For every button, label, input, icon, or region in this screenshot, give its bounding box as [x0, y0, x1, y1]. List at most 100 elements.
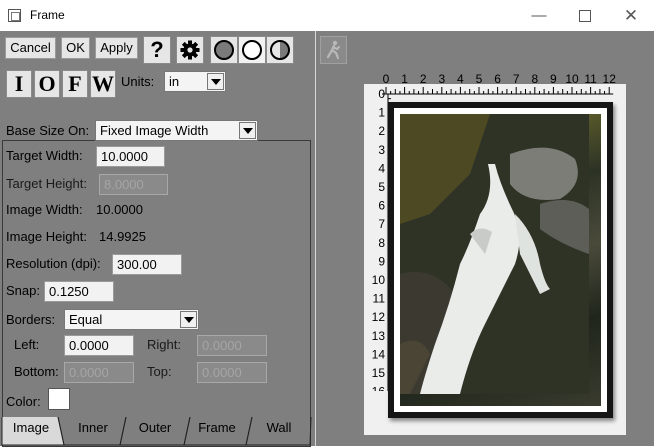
top-label: Top:: [147, 364, 172, 379]
v-ruler-label: 0: [378, 87, 385, 101]
circle-half-icon: [270, 40, 290, 60]
close-button[interactable]: ✕: [608, 0, 654, 31]
tab-inner[interactable]: Inner: [64, 418, 122, 440]
bottom-label: Bottom:: [14, 364, 59, 379]
units-value: in: [169, 74, 180, 89]
title-bar: Frame — ✕: [0, 0, 654, 31]
right-input: 0.0000: [197, 335, 267, 356]
base-size-select[interactable]: Fixed Image Width: [95, 120, 258, 141]
chevron-down-icon: [180, 311, 197, 328]
maximize-icon: [579, 10, 591, 23]
ok-button[interactable]: OK: [61, 37, 90, 59]
chevron-down-icon: [239, 122, 256, 139]
preview-panel: 0123456789101112 01234567891011121314151…: [316, 31, 654, 446]
units-label: Units:: [121, 74, 155, 89]
v-ruler-label: 15: [372, 366, 386, 380]
v-ruler-label: 2: [378, 124, 385, 138]
help-button[interactable]: ?: [143, 36, 171, 64]
left-input[interactable]: 0.0000: [64, 335, 134, 356]
h-ruler-label: 6: [494, 72, 501, 86]
view-half-button[interactable]: [266, 36, 294, 64]
v-ruler-label: 6: [378, 199, 385, 213]
v-ruler-label: 5: [378, 180, 385, 194]
image-height-value: 14.9925: [99, 229, 146, 244]
v-ruler-label: 7: [378, 217, 385, 231]
tab-outer[interactable]: Outer: [125, 418, 185, 440]
cancel-button[interactable]: Cancel: [5, 37, 56, 59]
v-ruler-label: 16: [372, 385, 386, 391]
walk-button[interactable]: [320, 36, 347, 64]
v-ruler-label: 13: [372, 329, 386, 343]
target-height-input: 8.0000: [99, 174, 168, 195]
target-width-label: Target Width:: [6, 148, 83, 163]
help-icon: ?: [150, 37, 164, 62]
window-title: Frame: [30, 8, 65, 22]
waterfall-photo: [400, 114, 601, 406]
image-width-value: 10.0000: [96, 202, 143, 217]
tab-image[interactable]: Image: [2, 418, 60, 440]
v-ruler-label: 9: [378, 254, 385, 268]
circle-light-icon: [242, 40, 262, 60]
h-ruler-label: 5: [476, 72, 483, 86]
resolution-input[interactable]: 300.00: [112, 254, 182, 275]
h-ruler-label: 2: [420, 72, 427, 86]
color-swatch[interactable]: [48, 388, 70, 410]
base-size-label: Base Size On:: [6, 123, 90, 138]
mode-image-button[interactable]: I: [6, 70, 32, 98]
tab-wall[interactable]: Wall: [250, 418, 308, 440]
units-select[interactable]: in: [164, 71, 226, 92]
view-light-button[interactable]: [238, 36, 266, 64]
h-ruler-label: 11: [584, 72, 597, 86]
v-ruler-label: 12: [372, 310, 386, 324]
gear-icon: [180, 40, 200, 60]
mode-frame-button[interactable]: F: [62, 70, 88, 98]
v-ruler-label: 4: [378, 161, 385, 175]
snap-input[interactable]: 0.1250: [44, 281, 114, 302]
app-icon: [8, 9, 21, 22]
v-ruler-label: 14: [372, 347, 386, 361]
borders-value: Equal: [69, 312, 103, 327]
settings-button[interactable]: [176, 36, 204, 64]
right-label: Right:: [147, 337, 181, 352]
v-ruler-label: 10: [372, 273, 386, 287]
h-ruler-label: 3: [438, 72, 445, 86]
top-input: 0.0000: [197, 362, 267, 383]
maximize-button[interactable]: [562, 0, 608, 31]
circle-dark-icon: [214, 40, 234, 60]
minimize-icon: —: [531, 7, 547, 24]
v-ruler-label: 8: [378, 236, 385, 250]
frame-mat: [394, 108, 607, 412]
bottom-input: 0.0000: [64, 362, 134, 383]
apply-button[interactable]: Apply: [95, 37, 138, 59]
h-ruler-label: 12: [603, 72, 617, 86]
h-ruler-label: 10: [565, 72, 579, 86]
h-ruler-label: 7: [513, 72, 520, 86]
minimize-button[interactable]: —: [516, 0, 562, 31]
target-width-input[interactable]: 10.0000: [96, 146, 165, 167]
waterfall-image: [400, 114, 589, 394]
h-ruler-label: 4: [457, 72, 464, 86]
left-label: Left:: [14, 337, 40, 352]
borders-select[interactable]: Equal: [64, 309, 199, 330]
chevron-down-icon: [207, 73, 224, 90]
h-ruler-label: 1: [401, 72, 408, 86]
tab-frame[interactable]: Frame: [187, 418, 247, 440]
v-ruler-label: 1: [378, 106, 385, 120]
v-ruler-label: 3: [378, 143, 385, 157]
v-ruler-label: 11: [373, 292, 386, 306]
h-ruler-label: 8: [531, 72, 538, 86]
snap-label: Snap:: [6, 283, 40, 298]
color-label: Color:: [6, 394, 41, 409]
h-ruler-label: 9: [550, 72, 557, 86]
mode-wall-button[interactable]: W: [90, 70, 116, 98]
resolution-label: Resolution (dpi):: [6, 256, 101, 271]
base-size-value: Fixed Image Width: [100, 123, 209, 138]
view-dark-button[interactable]: [210, 36, 238, 64]
target-height-label: Target Height:: [6, 176, 87, 191]
image-width-label: Image Width:: [6, 202, 83, 217]
mode-outer-button[interactable]: O: [34, 70, 60, 98]
settings-panel: Cancel OK Apply ? I O F W Units: in Base…: [0, 31, 315, 447]
close-icon: ✕: [623, 6, 639, 25]
picture-frame: [388, 102, 613, 418]
h-ruler-label: 0: [383, 72, 390, 86]
